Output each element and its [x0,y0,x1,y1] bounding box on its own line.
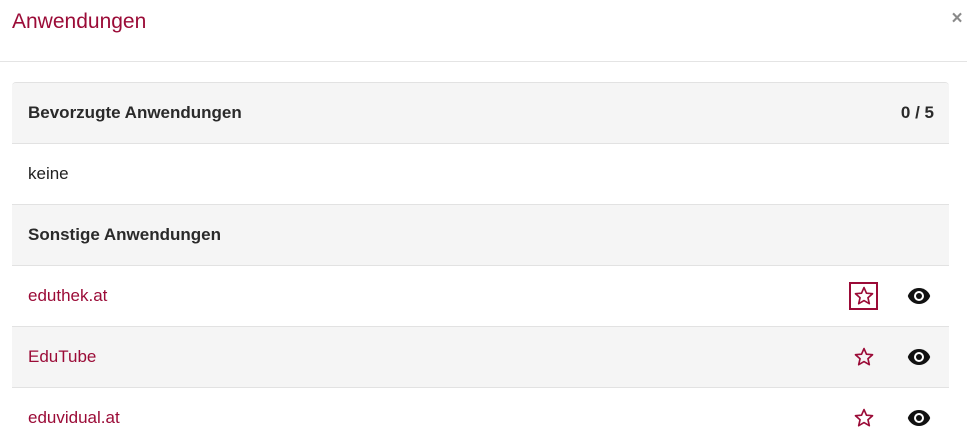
others-heading: Sonstige Anwendungen [28,225,221,244]
eye-icon[interactable] [907,407,931,429]
app-link-eduvidual[interactable]: eduvidual.at [28,408,120,428]
star-outline-icon[interactable] [849,282,878,310]
app-link-edutube[interactable]: EduTube [28,347,96,367]
app-link-eduthek[interactable]: eduthek.at [28,286,107,306]
list-item: EduTube [12,327,949,388]
others-header: Sonstige Anwendungen [12,205,949,266]
list-item: eduvidual.at [12,388,949,446]
favorites-empty-row: keine [12,144,949,205]
favorites-empty-text: keine [28,164,69,183]
favorites-heading: Bevorzugte Anwendungen [28,103,242,122]
list-item: eduthek.at [12,266,949,327]
close-button[interactable]: × [950,9,964,28]
favorites-header: Bevorzugte Anwendungen 0 / 5 [12,83,949,144]
applications-panel: Bevorzugte Anwendungen 0 / 5 keine Sonst… [12,82,949,446]
dialog-title: Anwendungen [12,10,147,33]
star-outline-icon[interactable] [849,343,878,371]
eye-icon[interactable] [907,346,931,368]
dialog-header: Anwendungen × [0,0,967,62]
eye-icon[interactable] [907,285,931,307]
favorites-count: 0 / 5 [900,103,934,122]
star-outline-icon[interactable] [849,404,878,432]
